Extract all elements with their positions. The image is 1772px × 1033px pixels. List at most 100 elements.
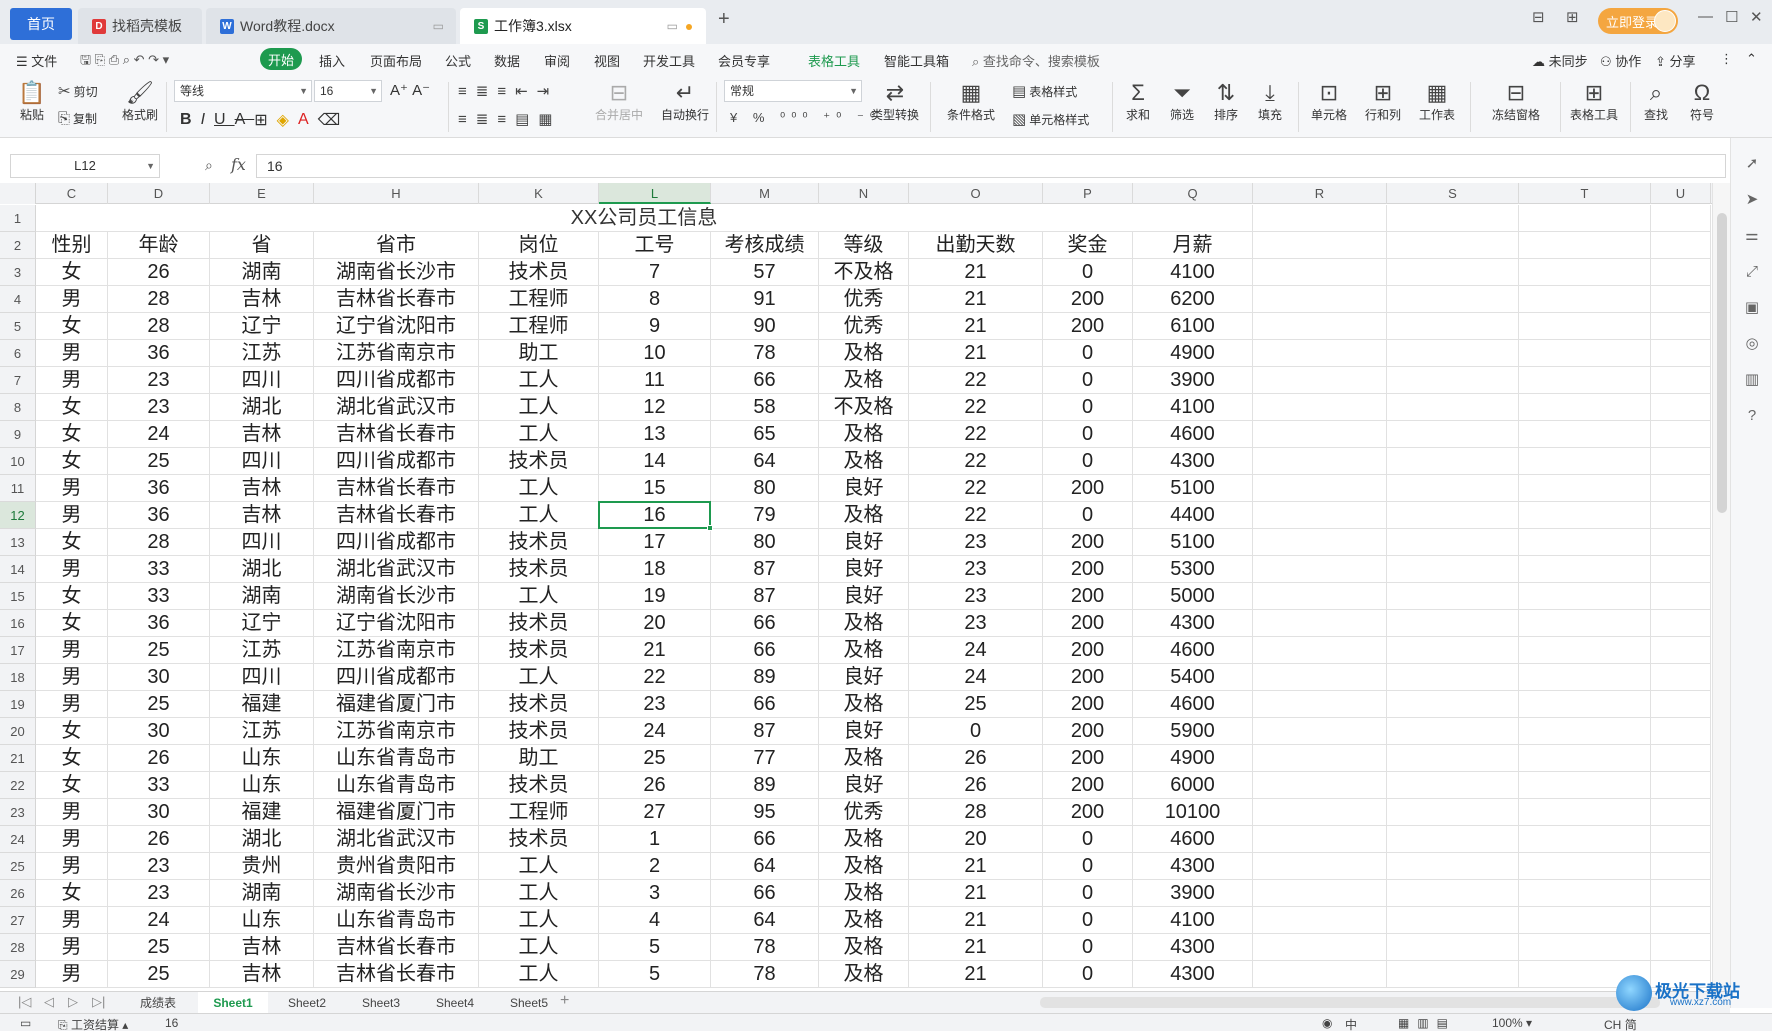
tab-workbook[interactable]: S 工作簿3.xlsx ▭ xyxy=(460,8,706,44)
cell[interactable] xyxy=(1519,934,1651,961)
cell[interactable]: 26 xyxy=(108,259,210,286)
cell[interactable]: 男 xyxy=(36,826,108,853)
last-sheet-icon[interactable]: ▷| xyxy=(92,994,105,1010)
header-cell[interactable] xyxy=(1519,232,1651,259)
cell[interactable] xyxy=(1387,340,1519,367)
cell[interactable] xyxy=(1387,961,1519,988)
cell[interactable] xyxy=(1387,637,1519,664)
cell[interactable]: 福建 xyxy=(210,691,314,718)
cell[interactable]: 33 xyxy=(108,556,210,583)
cell[interactable]: 四川省成都市 xyxy=(314,367,479,394)
cell[interactable] xyxy=(1387,448,1519,475)
row-header-28[interactable]: 28 xyxy=(0,934,36,961)
cell[interactable] xyxy=(1519,259,1651,286)
column-header-E[interactable]: E xyxy=(210,183,314,204)
cell[interactable] xyxy=(1253,529,1387,556)
cell[interactable]: 男 xyxy=(36,556,108,583)
collab-button[interactable]: ⚇ 协作 xyxy=(1600,51,1641,70)
cell[interactable] xyxy=(1253,205,1387,232)
sheet-tab-Sheet5[interactable]: Sheet5 xyxy=(494,992,564,1014)
cell[interactable]: 技术员 xyxy=(479,556,599,583)
cell[interactable]: 湖南 xyxy=(210,259,314,286)
cell[interactable]: 技术员 xyxy=(479,529,599,556)
cell[interactable]: 28 xyxy=(909,799,1043,826)
cell[interactable] xyxy=(1253,259,1387,286)
cell[interactable]: 4 xyxy=(599,907,711,934)
cell[interactable]: 36 xyxy=(108,340,210,367)
cell[interactable]: 男 xyxy=(36,961,108,988)
cell[interactable]: 江苏 xyxy=(210,340,314,367)
cell[interactable]: 江苏省南京市 xyxy=(314,340,479,367)
cell[interactable] xyxy=(1651,826,1711,853)
cell[interactable]: 工人 xyxy=(479,475,599,502)
cell[interactable]: 技术员 xyxy=(479,610,599,637)
border-icon[interactable]: ⊞ xyxy=(254,110,276,130)
menu-smart-toolbox[interactable]: 智能工具箱 xyxy=(884,51,949,70)
cell[interactable]: 66 xyxy=(711,826,819,853)
eye-icon[interactable]: ◉ xyxy=(1322,1016,1332,1030)
cell[interactable]: 6000 xyxy=(1133,772,1253,799)
cell[interactable]: 25 xyxy=(108,448,210,475)
bold-icon[interactable]: B xyxy=(180,111,201,129)
cell[interactable]: 技术员 xyxy=(479,637,599,664)
row-header-20[interactable]: 20 xyxy=(0,718,36,745)
minimize-icon[interactable]: — xyxy=(1698,8,1713,25)
cell[interactable]: 及格 xyxy=(819,934,909,961)
cell[interactable]: 吉林省长春市 xyxy=(314,934,479,961)
cell[interactable]: 男 xyxy=(36,367,108,394)
cell[interactable]: 200 xyxy=(1043,610,1133,637)
cell[interactable]: 23 xyxy=(108,394,210,421)
cell[interactable]: 4400 xyxy=(1133,502,1253,529)
more-icon[interactable]: ⋮ xyxy=(1720,51,1733,67)
font-color-icon[interactable]: A xyxy=(298,111,318,129)
cell[interactable]: 66 xyxy=(711,691,819,718)
number-format-select[interactable]: 常规 ▼ xyxy=(724,80,862,102)
cell[interactable]: 工程师 xyxy=(479,799,599,826)
column-header-T[interactable]: T xyxy=(1519,183,1651,204)
cell[interactable]: 3900 xyxy=(1133,367,1253,394)
cell[interactable]: 91 xyxy=(711,286,819,313)
cell[interactable]: 四川省成都市 xyxy=(314,448,479,475)
cell[interactable]: 女 xyxy=(36,718,108,745)
cell[interactable]: 23 xyxy=(108,853,210,880)
header-cell[interactable] xyxy=(1651,232,1711,259)
cell[interactable]: 山东 xyxy=(210,772,314,799)
cell[interactable]: 江苏省南京市 xyxy=(314,637,479,664)
cell[interactable]: 23 xyxy=(108,367,210,394)
cell[interactable]: 良好 xyxy=(819,556,909,583)
cell[interactable]: 95 xyxy=(711,799,819,826)
cell[interactable]: 5 xyxy=(599,934,711,961)
cell[interactable] xyxy=(1519,286,1651,313)
row-header-9[interactable]: 9 xyxy=(0,421,36,448)
cell[interactable]: 23 xyxy=(909,529,1043,556)
cell[interactable]: 四川 xyxy=(210,664,314,691)
cell[interactable] xyxy=(1387,313,1519,340)
cell[interactable] xyxy=(1651,880,1711,907)
cell[interactable]: 女 xyxy=(36,529,108,556)
ime-lang[interactable]: 中 xyxy=(1345,1016,1357,1033)
cell[interactable]: 18 xyxy=(599,556,711,583)
cell[interactable] xyxy=(1253,691,1387,718)
new-tab-icon[interactable]: + xyxy=(718,8,730,31)
cell[interactable]: 28 xyxy=(108,529,210,556)
table-style-button[interactable]: ▤ 表格样式 xyxy=(1012,82,1077,100)
cell[interactable]: 男 xyxy=(36,286,108,313)
cell[interactable]: 4600 xyxy=(1133,421,1253,448)
cell[interactable]: 良好 xyxy=(819,475,909,502)
cell[interactable] xyxy=(1651,583,1711,610)
merge-center-button[interactable]: ⊟ 合并居中 xyxy=(588,80,650,123)
row-header-29[interactable]: 29 xyxy=(0,961,36,988)
cell[interactable] xyxy=(1387,853,1519,880)
cell[interactable]: 16 xyxy=(599,502,711,529)
worksheet-button[interactable]: ▦ 工作表 xyxy=(1410,80,1464,123)
cell[interactable] xyxy=(1519,745,1651,772)
add-sheet-icon[interactable]: + xyxy=(560,992,569,1010)
font-size-select[interactable]: 16 ▼ xyxy=(314,80,382,102)
cell[interactable] xyxy=(1651,205,1711,232)
cell[interactable]: 贵州省贵阳市 xyxy=(314,853,479,880)
cell[interactable]: 21 xyxy=(909,259,1043,286)
font-family-select[interactable]: 等线 ▼ xyxy=(174,80,312,102)
cell[interactable]: 21 xyxy=(909,880,1043,907)
row-header-21[interactable]: 21 xyxy=(0,745,36,772)
column-header-H[interactable]: H xyxy=(314,183,479,204)
